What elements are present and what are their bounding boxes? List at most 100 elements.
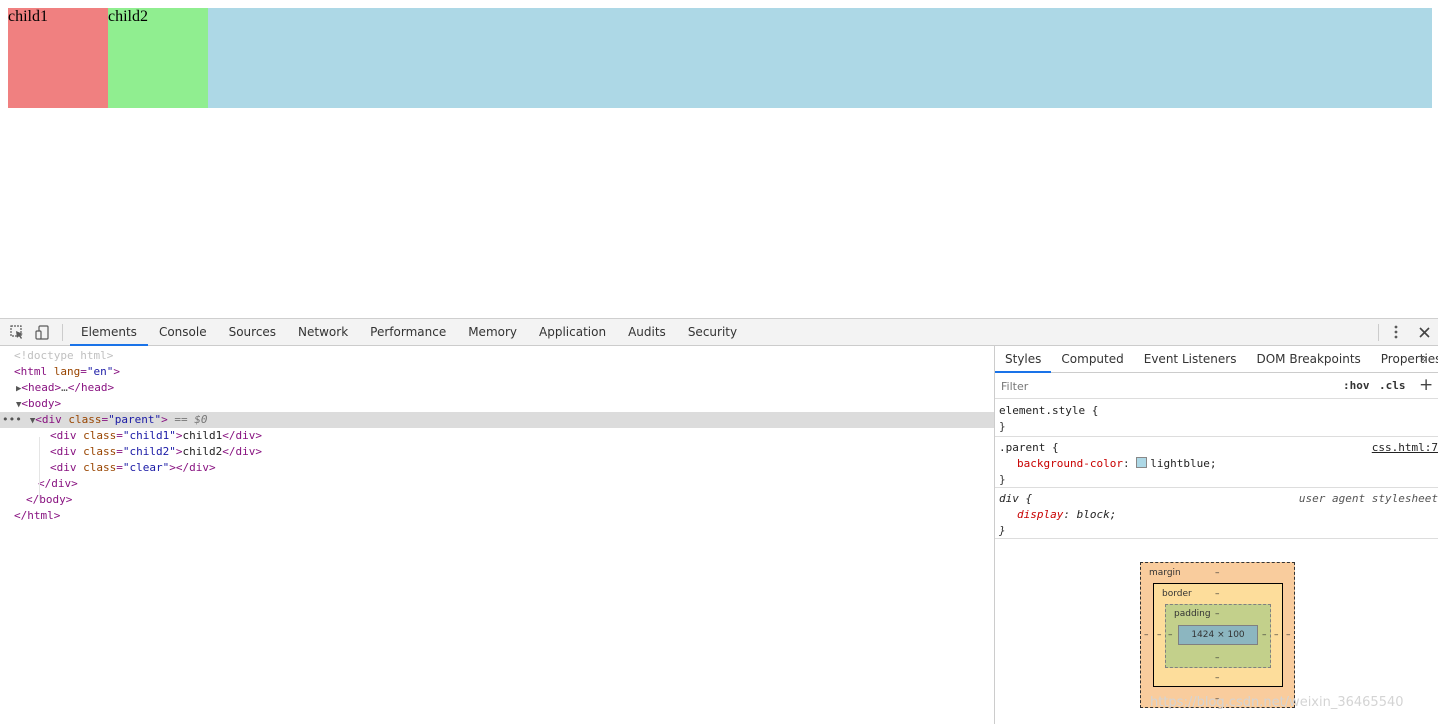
border-bottom-value[interactable]: – xyxy=(1215,673,1220,683)
child2-attr-name: class xyxy=(83,445,117,458)
parent-selector[interactable]: .parent { xyxy=(999,441,1059,454)
child1-tag-name: div xyxy=(56,429,77,442)
dom-child2[interactable]: <div class="child2">child2</div> xyxy=(0,444,994,460)
tab-console[interactable]: Console xyxy=(148,319,218,345)
clear-attr-value: "clear" xyxy=(122,461,170,474)
box-model-border[interactable]: border – – – – padding – – – – 1424 × 10… xyxy=(1153,583,1283,687)
border-left-value[interactable]: – xyxy=(1157,630,1162,640)
dom-clear[interactable]: <div class="clear"></div> xyxy=(0,460,994,476)
padding-right-value[interactable]: – xyxy=(1262,630,1267,640)
head-tag-name: head xyxy=(28,381,55,394)
doctype-text: <!doctype html> xyxy=(14,349,114,362)
box-model-content-size[interactable]: 1424 × 100 xyxy=(1178,625,1258,645)
tab-audits[interactable]: Audits xyxy=(617,319,677,345)
html-attr-name: lang xyxy=(53,365,81,378)
child2-text: child2 xyxy=(182,445,223,458)
hover-state-toggle[interactable]: :hov xyxy=(1343,379,1370,392)
box-model-margin[interactable]: margin – – – – border – – – – padding – … xyxy=(1140,562,1295,708)
margin-right-value[interactable]: – xyxy=(1286,630,1291,640)
dom-child1[interactable]: <div class="child1">child1</div> xyxy=(0,428,994,444)
styles-filter-bar: :hov .cls + xyxy=(995,374,1438,399)
dom-doctype[interactable]: <!doctype html> xyxy=(0,348,994,364)
color-swatch[interactable] xyxy=(1136,457,1148,468)
toolbar-separator xyxy=(62,324,63,341)
more-options-dots-icon[interactable]: ••• xyxy=(2,413,22,426)
head-close-tag-name: head xyxy=(81,381,108,394)
parent-close-tag-name: div xyxy=(51,477,72,490)
tab-application[interactable]: Application xyxy=(528,319,617,345)
dom-html-close[interactable]: </html> xyxy=(0,508,994,524)
close-icon[interactable] xyxy=(1416,324,1432,340)
tab-network[interactable]: Network xyxy=(287,319,359,345)
html-tag-name: html xyxy=(20,365,48,378)
tab-memory[interactable]: Memory xyxy=(457,319,528,345)
selected-marker: == $0 xyxy=(174,413,208,426)
child2-div: child2 xyxy=(108,8,208,108)
body-close-tag-name: body xyxy=(39,493,66,506)
padding-label: padding xyxy=(1174,609,1211,619)
tab-dom-breakpoints[interactable]: DOM Breakpoints xyxy=(1246,346,1370,372)
parent-rule-close: } xyxy=(999,473,1006,486)
sidebar-tabs: Styles Computed Event Listeners DOM Brea… xyxy=(995,346,1438,373)
div-prop-name: display xyxy=(1017,508,1064,521)
parent-prop-name[interactable]: background-color xyxy=(1017,457,1123,470)
tab-styles[interactable]: Styles xyxy=(995,346,1052,373)
border-label: border xyxy=(1162,589,1192,599)
div-prop-value: block; xyxy=(1076,508,1117,521)
padding-bottom-value[interactable]: – xyxy=(1215,653,1220,663)
more-vert-icon[interactable] xyxy=(1388,324,1404,340)
device-toolbar-icon[interactable] xyxy=(34,324,50,340)
devtools-panel: Elements Console Sources Network Perform… xyxy=(0,318,1438,724)
styles-filter-input[interactable] xyxy=(997,376,1331,396)
rule-div-user-agent: div { user agent stylesheet display: blo… xyxy=(995,488,1438,539)
devtools-tabs: Elements Console Sources Network Perform… xyxy=(70,319,748,346)
child1-close-tag-name: div xyxy=(235,429,256,442)
parent-rule-source-link[interactable]: css.html:7 xyxy=(1372,440,1438,456)
clear-attr-name: class xyxy=(83,461,117,474)
devtools-toolbar: Elements Console Sources Network Perform… xyxy=(0,319,1438,346)
border-top-value[interactable]: – xyxy=(1215,589,1220,599)
dom-body-close[interactable]: </body> xyxy=(0,492,994,508)
user-agent-stylesheet-label: user agent stylesheet xyxy=(1298,492,1438,505)
clear-tag-name: div xyxy=(56,461,77,474)
class-toggle[interactable]: .cls xyxy=(1379,379,1406,392)
clear-close-tag-name: div xyxy=(189,461,209,474)
margin-label: margin xyxy=(1149,568,1181,578)
child1-text: child1 xyxy=(182,429,223,442)
element-style-selector[interactable]: element.style { xyxy=(999,404,1098,417)
dom-body[interactable]: ▼<body> xyxy=(0,396,994,412)
head-ellipsis[interactable]: … xyxy=(61,381,68,394)
element-style-close: } xyxy=(999,420,1006,433)
tab-sources[interactable]: Sources xyxy=(218,319,287,345)
body-tag-name: body xyxy=(28,397,55,410)
tab-event-listeners[interactable]: Event Listeners xyxy=(1134,346,1247,372)
tab-elements[interactable]: Elements xyxy=(70,319,148,346)
parent-prop-value[interactable]: lightblue; xyxy=(1150,457,1216,470)
child2-tag-name: div xyxy=(56,445,77,458)
padding-top-value[interactable]: – xyxy=(1215,609,1220,619)
watermark: https://blog.csdn.net/weixin_36465540 xyxy=(1150,695,1404,710)
tab-security[interactable]: Security xyxy=(677,319,748,345)
child1-attr-name: class xyxy=(83,429,117,442)
dom-head[interactable]: ▶<head>…</head> xyxy=(0,380,994,396)
margin-left-value[interactable]: – xyxy=(1144,630,1149,640)
child2-attr-value: "child2" xyxy=(122,445,176,458)
parent-tag-name: div xyxy=(41,413,62,426)
new-style-rule-button[interactable]: + xyxy=(1419,375,1433,395)
border-right-value[interactable]: – xyxy=(1274,630,1279,640)
padding-left-value[interactable]: – xyxy=(1168,630,1173,640)
div-selector: div { xyxy=(999,492,1033,505)
html-close-tag-name: html xyxy=(27,509,54,522)
html-attr-value: "en" xyxy=(86,365,114,378)
inspect-element-icon[interactable] xyxy=(9,324,25,340)
dom-html[interactable]: <html lang="en"> xyxy=(0,364,994,380)
margin-top-value[interactable]: – xyxy=(1215,568,1220,578)
dom-parent-close[interactable]: </div> xyxy=(0,476,994,492)
chevron-double-right-icon[interactable]: » xyxy=(1419,351,1428,367)
tab-computed[interactable]: Computed xyxy=(1051,346,1133,372)
div-rule-close: } xyxy=(999,524,1006,537)
tab-performance[interactable]: Performance xyxy=(359,319,457,345)
box-model-padding[interactable]: padding – – – – 1424 × 100 xyxy=(1165,604,1271,668)
dom-parent-div-selected[interactable]: ••• ▼<div class="parent"> == $0 xyxy=(0,412,994,428)
styles-sidebar: Styles Computed Event Listeners DOM Brea… xyxy=(995,346,1438,724)
